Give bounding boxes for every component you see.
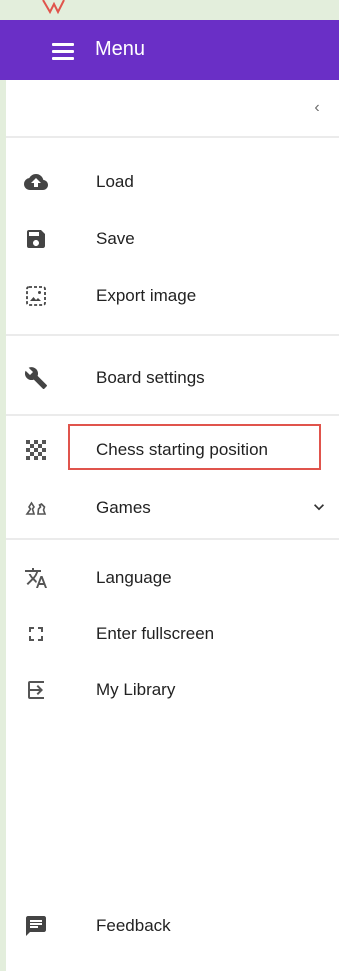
menu-item-language[interactable]: Language [6, 555, 339, 601]
chess-pieces-icon [25, 501, 47, 515]
menu-item-board-settings[interactable]: Board settings [6, 355, 339, 401]
menu-item-label: My Library [96, 680, 176, 699]
side-menu-panel: ‹ Load Save Export image Board settings [6, 80, 339, 971]
menu-item-label: Language [96, 568, 172, 587]
collapse-chevron-icon[interactable]: ‹ [307, 98, 327, 118]
menu-item-label: Chess starting position [96, 440, 268, 459]
divider [6, 136, 339, 138]
divider [6, 538, 339, 540]
image-export-icon [26, 286, 46, 306]
hamburger-menu-icon[interactable] [52, 40, 74, 60]
divider [6, 334, 339, 336]
login-icon [28, 681, 44, 699]
menu-item-label: Enter fullscreen [96, 624, 215, 643]
menu-item-feedback[interactable]: Feedback [6, 903, 339, 949]
menu-item-label: Board settings [96, 368, 205, 387]
menu-item-label: Load [96, 172, 134, 191]
menu-item-save[interactable]: Save [6, 216, 339, 262]
menu-item-my-library[interactable]: My Library [6, 667, 339, 713]
translate-icon [25, 568, 47, 588]
cloud-upload-icon [24, 174, 48, 190]
app-header: Menu [0, 20, 339, 80]
header-title: Menu [95, 38, 146, 60]
annotation-mark [42, 0, 65, 14]
menu-item-label: Export image [96, 286, 197, 305]
menu-item-export-image[interactable]: Export image [6, 273, 339, 319]
fullscreen-icon [29, 627, 43, 641]
menu-item-chess-starting-position[interactable]: Chess starting position [6, 427, 339, 473]
chevron-down-icon[interactable] [309, 497, 329, 517]
wrench-icon [24, 367, 47, 389]
menu-item-label: Feedback [96, 916, 171, 935]
save-icon [27, 230, 45, 248]
menu-item-games[interactable]: Games [6, 485, 339, 531]
menu-item-label: Games [96, 498, 151, 517]
feedback-icon [26, 916, 46, 936]
divider [6, 414, 339, 416]
menu-item-load[interactable]: Load [6, 159, 339, 205]
checkerboard-icon [26, 440, 46, 460]
menu-item-label: Save [96, 229, 135, 248]
menu-item-enter-fullscreen[interactable]: Enter fullscreen [6, 611, 339, 657]
